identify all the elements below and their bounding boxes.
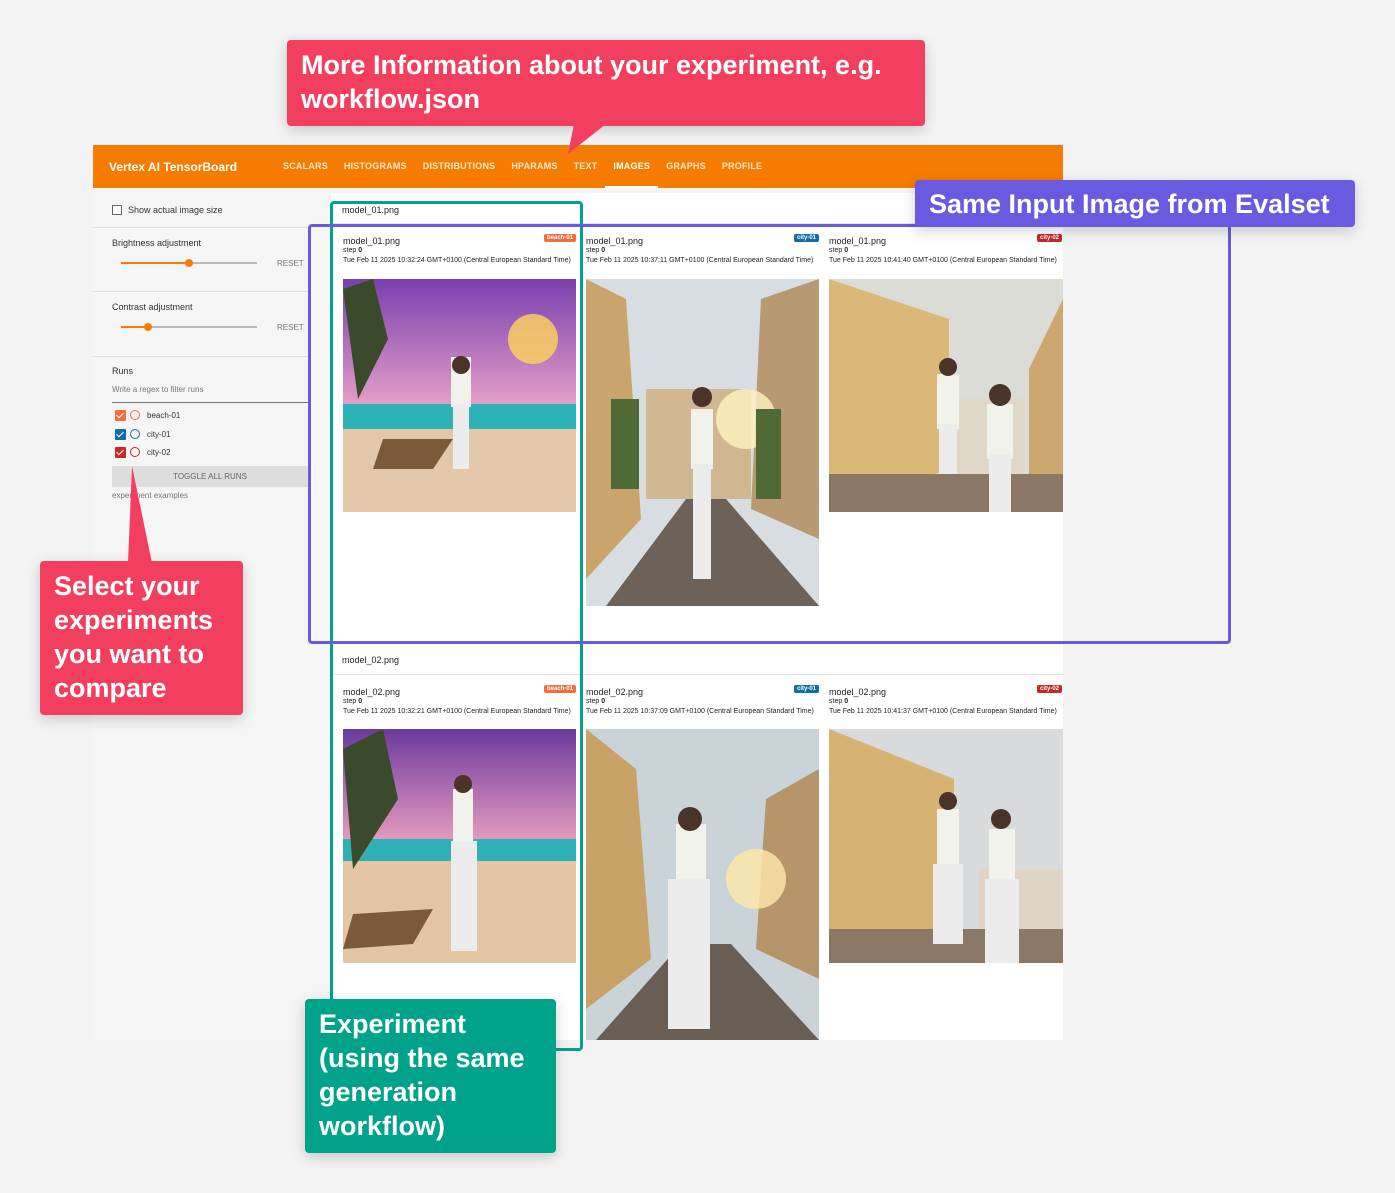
run-checkbox[interactable] [115,428,126,440]
show-actual-size-label: Show actual image size [128,205,223,215]
run-item-city-02[interactable]: city-02 [115,445,171,459]
card-timestamp: Tue Feb 11 2025 10:32:24 GMT+0100 (Centr… [343,257,571,264]
step-label: step [829,247,843,254]
run-badge: city-02 [1036,234,1062,242]
run-item-beach-01[interactable]: beach-01 [115,408,180,422]
run-badge: beach-01 [543,234,576,242]
contrast-label: Contrast adjustment [112,302,193,312]
generated-image-city-facade[interactable] [829,279,1063,512]
contrast-handle[interactable] [144,323,153,331]
card-step: step 0 [586,247,605,254]
info-callout-pointer-icon [568,124,606,154]
brightness-fill [121,262,189,264]
run-color-ring-icon[interactable] [130,447,140,457]
card-step: step 0 [343,698,362,705]
tab-distributions[interactable]: DISTRIBUTIONS [415,145,504,188]
input-image-callout: Same Input Image from Evalset [915,180,1355,227]
brightness-handle[interactable] [185,259,193,267]
brightness-slider[interactable] [121,259,257,267]
run-label: city-02 [147,447,171,457]
step-value: 0 [844,247,849,254]
generated-image-beach[interactable] [343,279,576,512]
brightness-label: Brightness adjustment [112,238,202,248]
group-divider [331,674,1063,675]
select-callout-text: Select your experiments you want to comp… [54,571,214,703]
group-title: model_01.png [342,205,400,215]
run-color-ring-icon[interactable] [130,429,140,439]
step-label: step [343,698,357,705]
generated-image-beach[interactable] [343,729,576,963]
run-checkbox[interactable] [115,446,126,458]
run-checkbox[interactable] [115,409,126,421]
card-timestamp: Tue Feb 11 2025 10:37:11 GMT+0100 (Centr… [586,257,814,264]
step-label: step [586,247,600,254]
runs-title: Runs [112,366,134,376]
nav-tabs: SCALARS HISTOGRAMS DISTRIBUTIONS HPARAMS… [275,145,770,188]
images-dashboard: model_01.png model_01.png step 0 Tue Feb… [331,193,1063,1040]
card-step: step 0 [586,698,605,705]
runs-filter-input[interactable]: Write a regex to filter runs [112,385,308,403]
card-filename: model_02.png [586,687,644,697]
info-callout-text: More Information about your experiment, … [301,50,882,114]
card-timestamp: Tue Feb 11 2025 10:37:09 GMT+0100 (Centr… [586,708,814,715]
card-step: step 0 [343,247,362,254]
card-step: step 0 [829,247,848,254]
brightness-section: Brightness adjustment RESET [93,228,308,292]
card-filename: model_01.png [343,236,401,246]
step-label: step [586,698,600,705]
card-step: step 0 [829,698,848,705]
input-image-callout-text: Same Input Image from Evalset [929,189,1330,219]
brightness-reset-button[interactable]: RESET [277,259,304,268]
card-filename: model_02.png [829,687,887,697]
step-value: 0 [601,247,606,254]
run-label: beach-01 [147,410,181,420]
step-value: 0 [601,698,606,705]
show-actual-size-checkbox[interactable] [112,205,122,215]
select-callout-pointer-icon [128,466,152,563]
run-badge: city-02 [1036,685,1062,693]
card-timestamp: Tue Feb 11 2025 10:41:40 GMT+0100 (Centr… [829,257,1057,264]
tab-graphs[interactable]: GRAPHS [658,145,714,188]
card-filename: model_01.png [586,236,644,246]
tab-histograms[interactable]: HISTOGRAMS [336,145,415,188]
app-title: Vertex AI TensorBoard [109,159,238,174]
card-timestamp: Tue Feb 11 2025 10:32:21 GMT+0100 (Centr… [343,708,571,715]
card-filename: model_01.png [829,236,887,246]
run-label: city-01 [147,429,171,439]
tab-images[interactable]: IMAGES [605,145,659,188]
step-value: 0 [358,247,363,254]
show-actual-size-row[interactable]: Show actual image size [93,193,308,228]
tab-scalars[interactable]: SCALARS [275,145,336,188]
generated-image-city-street[interactable] [586,279,819,606]
card-timestamp: Tue Feb 11 2025 10:41:37 GMT+0100 (Centr… [829,708,1057,715]
tab-profile[interactable]: PROFILE [714,145,770,188]
run-badge: city-01 [793,234,819,242]
contrast-reset-button[interactable]: RESET [277,323,304,332]
step-label: step [343,247,357,254]
experiment-callout: Experiment (using the same generation wo… [305,999,556,1153]
run-badge: beach-01 [543,685,576,693]
generated-image-city-street[interactable] [586,729,819,1040]
card-filename: model_02.png [343,687,401,697]
experiment-callout-text: Experiment (using the same generation wo… [319,1009,525,1141]
contrast-slider[interactable] [121,323,257,331]
run-badge: city-01 [793,685,819,693]
info-callout: More Information about your experiment, … [287,40,925,126]
step-label: step [829,698,843,705]
run-item-city-01[interactable]: city-01 [115,427,171,441]
generated-image-city-facade[interactable] [829,729,1063,963]
step-value: 0 [358,698,363,705]
select-callout: Select your experiments you want to comp… [40,561,243,715]
group-title: model_02.png [342,655,400,665]
contrast-section: Contrast adjustment RESET [93,292,308,357]
step-value: 0 [844,698,849,705]
tab-hparams[interactable]: HPARAMS [503,145,565,188]
run-color-ring-icon[interactable] [130,410,140,420]
